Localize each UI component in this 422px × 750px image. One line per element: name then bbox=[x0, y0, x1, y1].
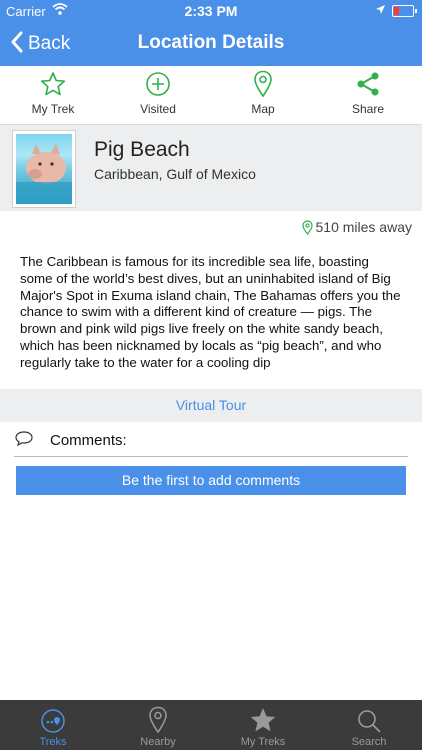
share-label: Share bbox=[351, 102, 385, 116]
location-pin-icon bbox=[105, 700, 211, 734]
visited-button[interactable]: Visited bbox=[108, 66, 208, 124]
battery-icon bbox=[392, 5, 417, 17]
comment-bubble-icon bbox=[14, 430, 34, 451]
my-trek-label: My Trek bbox=[31, 102, 75, 116]
tab-search[interactable]: Search bbox=[316, 700, 422, 750]
search-icon bbox=[316, 700, 422, 734]
tab-my-treks-label: My Treks bbox=[240, 736, 286, 748]
tab-search-label: Search bbox=[351, 736, 387, 748]
map-pin-icon bbox=[213, 66, 313, 102]
map-label: Map bbox=[251, 102, 275, 116]
page-title: Location Details bbox=[137, 32, 285, 53]
virtual-tour-bar: Virtual Tour bbox=[0, 389, 422, 422]
my-trek-button[interactable]: My Trek bbox=[3, 66, 103, 124]
location-arrow-icon bbox=[375, 3, 386, 18]
share-icon bbox=[318, 66, 418, 102]
star-outline-icon bbox=[3, 66, 103, 102]
location-name: Pig Beach bbox=[94, 138, 190, 161]
tab-treks[interactable]: Treks bbox=[0, 700, 106, 750]
navigation-bar: Back Location Details bbox=[0, 22, 422, 66]
tab-bar: Treks Nearby My Treks Search bbox=[0, 700, 422, 750]
distance-info: 510 miles away bbox=[301, 219, 413, 235]
comments-label: Comments: bbox=[50, 432, 127, 449]
clock: 2:33 PM bbox=[184, 3, 238, 19]
share-button[interactable]: Share bbox=[318, 66, 418, 124]
location-description: The Caribbean is famous for its incredib… bbox=[20, 254, 401, 370]
map-button[interactable]: Map bbox=[213, 66, 313, 124]
tab-treks-label: Treks bbox=[39, 736, 67, 748]
tab-my-treks[interactable]: My Treks bbox=[210, 700, 316, 750]
add-comment-button[interactable]: Be the first to add comments bbox=[16, 466, 406, 495]
plus-circle-icon bbox=[108, 66, 208, 102]
location-region: Caribbean, Gulf of Mexico bbox=[94, 166, 256, 182]
tab-nearby[interactable]: Nearby bbox=[105, 700, 211, 750]
virtual-tour-button[interactable]: Virtual Tour bbox=[0, 397, 422, 413]
distance-label: 510 miles away bbox=[315, 219, 413, 235]
top-bar: Carrier 2:33 PM Back Location Details bbox=[0, 0, 422, 66]
action-bar: My Trek Visited Map Share bbox=[0, 66, 422, 125]
comments-header: Comments: bbox=[14, 428, 408, 457]
treks-icon bbox=[0, 700, 106, 734]
location-pin-small-icon bbox=[301, 219, 313, 235]
location-thumbnail[interactable] bbox=[12, 130, 76, 208]
distance-row: 510 miles away bbox=[0, 211, 422, 243]
star-filled-icon bbox=[210, 700, 316, 734]
location-header: Pig Beach Caribbean, Gulf of Mexico bbox=[0, 125, 422, 211]
tab-nearby-label: Nearby bbox=[140, 736, 176, 748]
visited-label: Visited bbox=[140, 102, 176, 116]
pig-swimming-image bbox=[16, 134, 72, 204]
status-bar: Carrier 2:33 PM bbox=[0, 0, 422, 22]
